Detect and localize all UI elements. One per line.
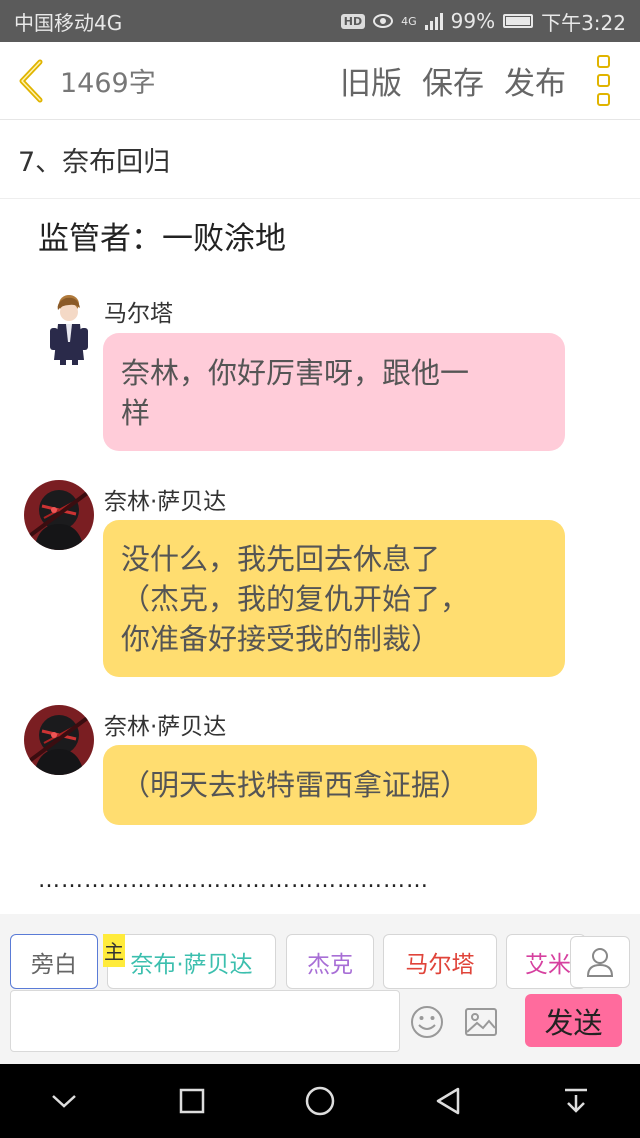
chat-bubble[interactable]: 没什么，我先回去休息了 （杰克，我的复仇开始了， 你准备好接受我的制裁） xyxy=(103,520,565,677)
word-count: 1469字 xyxy=(60,68,156,99)
chapter-title[interactable]: 7、奈布回归 xyxy=(0,121,640,199)
user-icon xyxy=(586,948,614,977)
chip-label: 杰克 xyxy=(307,951,353,978)
bubble-text-line: 样 xyxy=(121,396,151,430)
chevron-left-icon xyxy=(19,59,43,102)
character-chip-narrator[interactable]: 旁白 xyxy=(10,934,98,989)
character-chip-jack[interactable]: 杰克 xyxy=(286,934,374,989)
battery-icon xyxy=(503,14,534,28)
more-dot-icon xyxy=(596,55,610,68)
back-button[interactable] xyxy=(14,51,60,111)
more-dot-icon xyxy=(596,93,610,106)
eye-icon xyxy=(373,14,394,28)
bubble-text-line: （杰克，我的复仇开始了， xyxy=(121,582,470,616)
bubble-text-line: 你准备好接受我的制裁） xyxy=(121,622,441,656)
chip-label: 马尔塔 xyxy=(405,951,475,978)
bubble-text-line: 没什么，我先回去休息了 xyxy=(121,542,441,576)
chat-bubble[interactable]: 奈林，你好厉害呀，跟他一 样 xyxy=(103,333,565,451)
character-manage-button[interactable] xyxy=(570,936,630,988)
speaker-name: 马尔塔 xyxy=(104,301,173,327)
nav-recents-button[interactable] xyxy=(162,1071,222,1131)
circle-home-icon xyxy=(305,1086,335,1116)
old-version-button[interactable]: 旧版 xyxy=(340,58,402,103)
image-icon xyxy=(465,1008,497,1036)
chat-bubble[interactable]: （明天去找特雷西拿证据） xyxy=(103,745,537,825)
chevron-down-icon xyxy=(52,1095,76,1108)
nav-home-button[interactable] xyxy=(290,1071,350,1131)
nav-back-button[interactable] xyxy=(418,1071,478,1131)
smiley-icon xyxy=(411,1006,443,1038)
send-label: 发送 xyxy=(544,1005,603,1040)
avatar-marta[interactable] xyxy=(36,290,102,366)
hd-badge: HD xyxy=(340,13,366,29)
speaker-name: 奈林·萨贝达 xyxy=(104,489,227,515)
more-menu-button[interactable] xyxy=(586,55,620,106)
pull-down-icon xyxy=(565,1088,587,1113)
status-bar: 中国移动4G HD 4G 99% 下午3:22 xyxy=(0,0,640,42)
bubble-text-line: 奈林，你好厉害呀，跟他一 xyxy=(121,356,470,390)
character-portrait-icon xyxy=(24,705,94,775)
carrier-label: 中国移动4G xyxy=(14,10,123,35)
signal-icon xyxy=(424,12,443,30)
nav-notification-button[interactable] xyxy=(546,1071,606,1131)
chip-label: 旁白 xyxy=(31,951,77,978)
clock: 下午3:22 xyxy=(541,10,626,35)
message-input[interactable] xyxy=(10,990,400,1052)
speaker-name: 奈林·萨贝达 xyxy=(104,714,227,740)
editor-toolbar: 1469字 旧版 保存 发布 xyxy=(0,42,640,120)
chip-label: 艾米 xyxy=(525,951,571,978)
save-button[interactable]: 保存 xyxy=(422,58,484,103)
bubble-text-line: （明天去找特雷西拿证据） xyxy=(121,768,470,802)
avatar-nailin[interactable] xyxy=(24,705,94,775)
narration-text[interactable]: 监管者：一败涂地 xyxy=(38,213,286,258)
emoji-button[interactable] xyxy=(409,1004,445,1040)
character-chip-naib[interactable]: 奈布·萨贝达 xyxy=(107,934,276,989)
nav-collapse-button[interactable] xyxy=(34,1071,94,1131)
ellipsis-text[interactable]: …………………………………………… xyxy=(38,868,429,893)
publish-button[interactable]: 发布 xyxy=(504,58,566,103)
system-nav-bar xyxy=(0,1064,640,1138)
chip-label: 奈布·萨贝达 xyxy=(130,951,253,978)
network-label: 4G xyxy=(401,14,417,28)
character-chip-marta[interactable]: 马尔塔 xyxy=(383,934,497,989)
avatar-nailin[interactable] xyxy=(24,480,94,550)
triangle-back-icon xyxy=(436,1087,460,1115)
square-icon xyxy=(179,1088,205,1114)
battery-percent: 99% xyxy=(450,9,496,33)
send-button[interactable]: 发送 xyxy=(525,994,622,1047)
image-button[interactable] xyxy=(463,1004,499,1040)
composer-bar: 旁白 奈布·萨贝达 主 杰克 马尔塔 艾米 发送 xyxy=(0,914,640,1064)
more-dot-icon xyxy=(596,74,610,87)
character-portrait-icon xyxy=(24,480,94,550)
host-tag: 主 xyxy=(103,934,125,967)
character-figure-icon xyxy=(50,295,88,365)
